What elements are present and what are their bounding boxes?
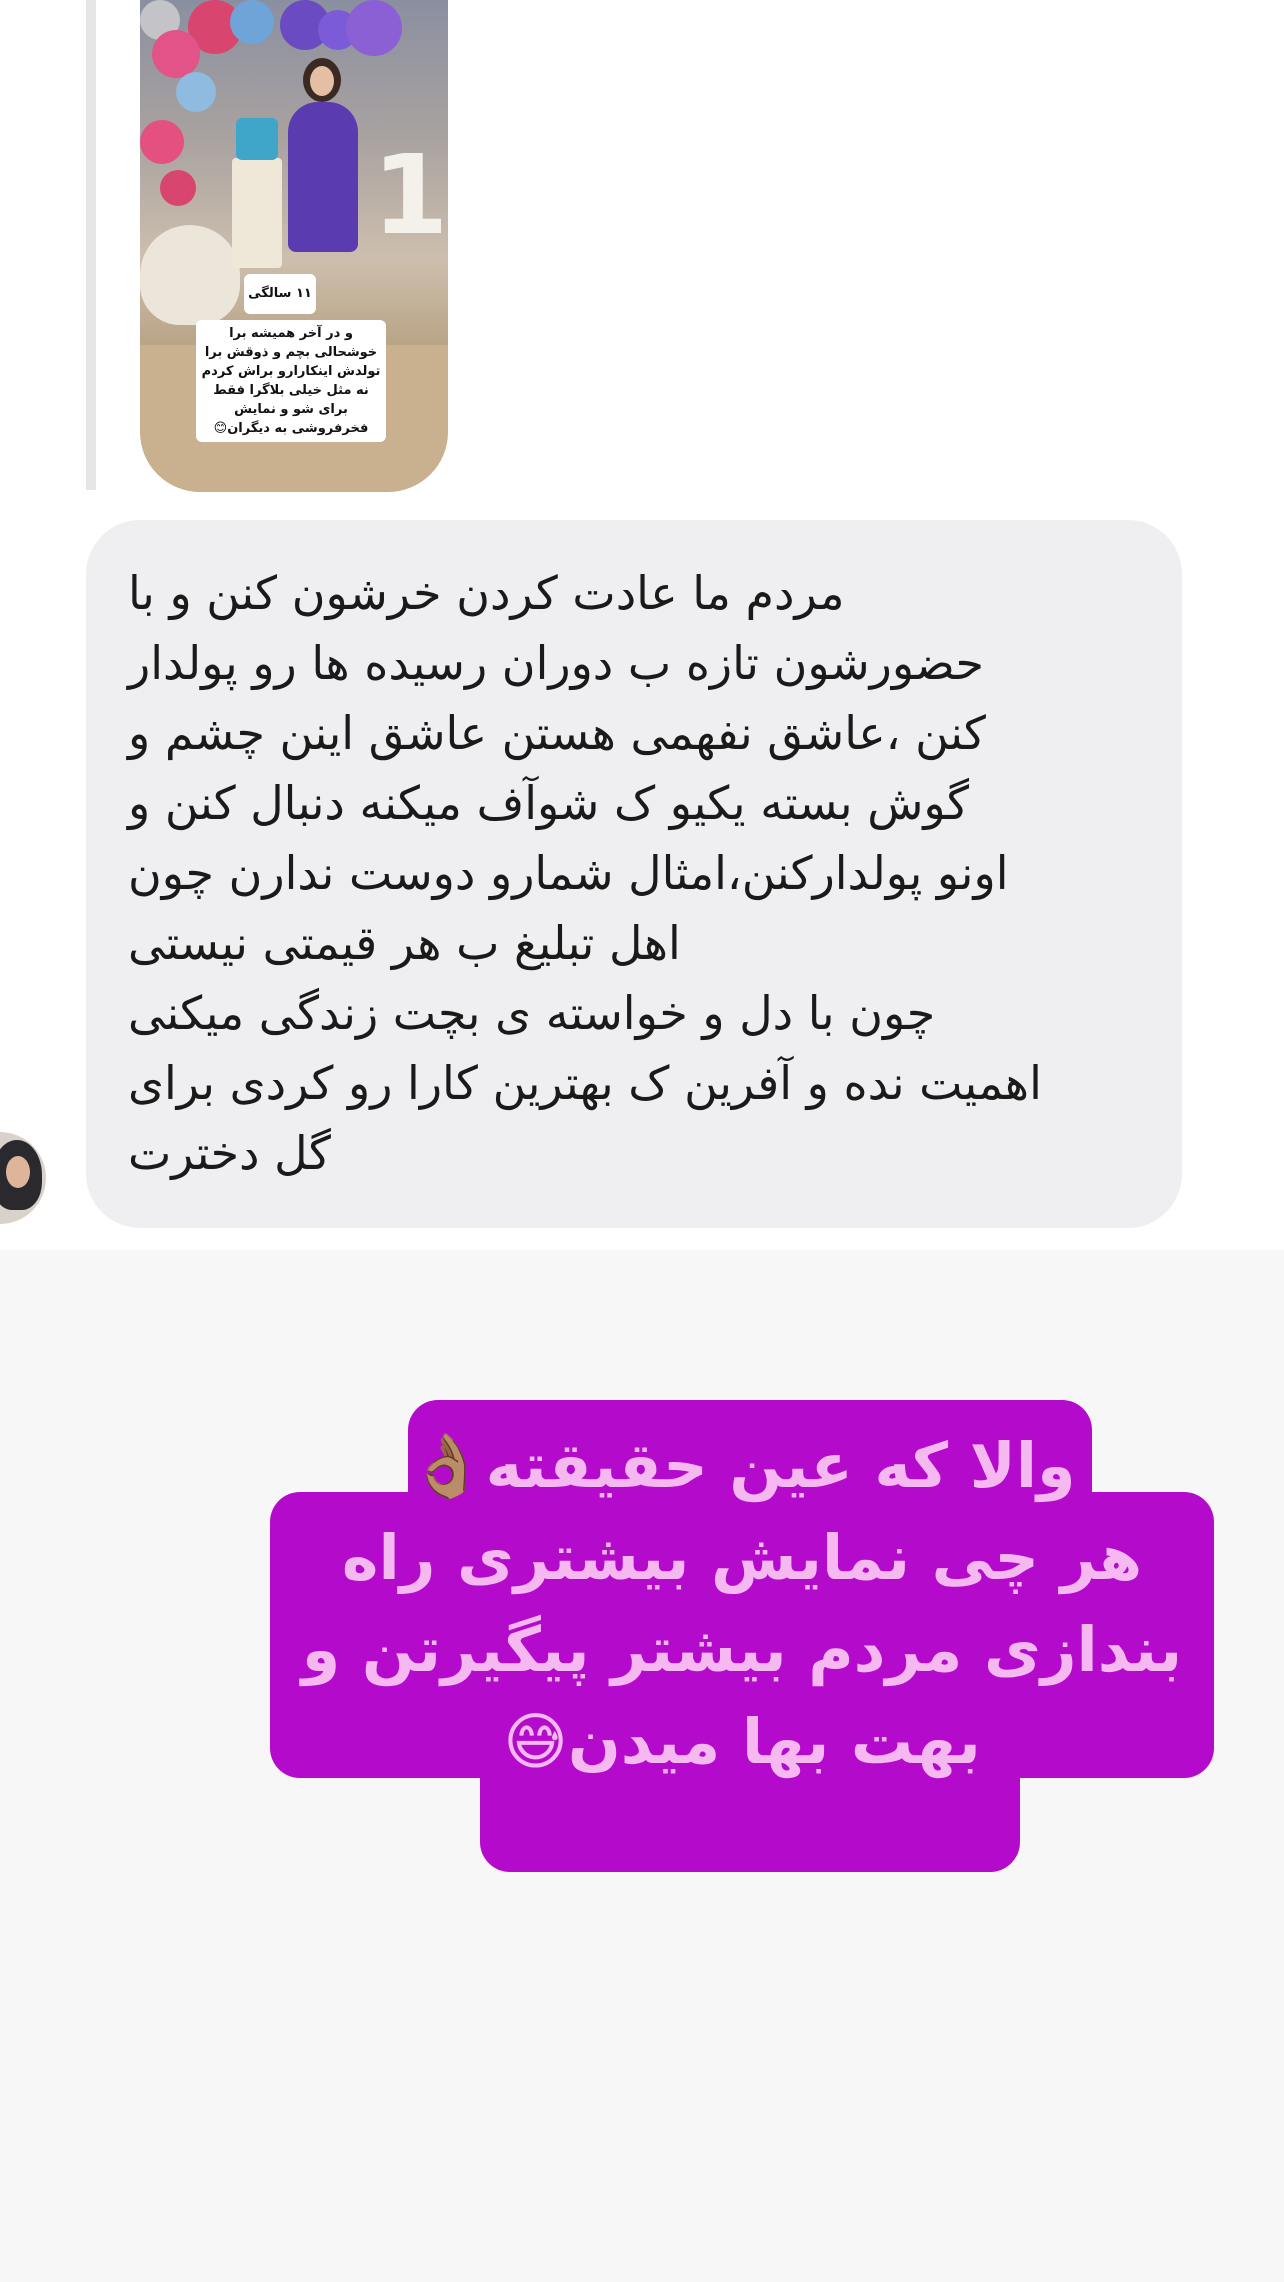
reply-indicator-bar [86,0,96,490]
incoming-message-text: مردم ما عادت کردن خرشون کنن و با حضورشون… [128,566,1042,1180]
incoming-message-bubble[interactable]: مردم ما عادت کردن خرشون کنن و با حضورشون… [86,520,1182,1228]
text-sticker-reply[interactable]: والا که عین حقیقته👌🏽 هر چی نمایش بیشتری … [270,1400,1214,1872]
number-decoration: 11 [372,131,448,259]
girl-dress [288,102,358,252]
balloon [160,170,196,206]
sender-avatar[interactable] [0,1132,46,1224]
sticker-text: والا که عین حقیقته👌🏽 هر چی نمایش بیشتری … [301,1429,1183,1778]
birthday-cake [236,118,278,160]
chat-thread: 11 ١١ سالگی و در آخر همیشه برا خوشحالی ب… [0,0,1284,1250]
avatar-face [6,1156,30,1188]
replied-story-thumbnail[interactable]: 11 ١١ سالگی و در آخر همیشه برا خوشحالی ب… [140,0,448,492]
balloon [230,0,274,44]
balloon [346,0,402,56]
balloon [176,72,216,112]
story-caption-text: و در آخر همیشه برا خوشحالی بچم و ذوقش بر… [196,320,386,442]
cake-stand [232,158,282,268]
shell-decoration [140,225,240,325]
balloon [152,30,200,78]
balloon [140,120,184,164]
story-caption-tag: ١١ سالگی [244,274,316,314]
girl-face [310,66,334,96]
